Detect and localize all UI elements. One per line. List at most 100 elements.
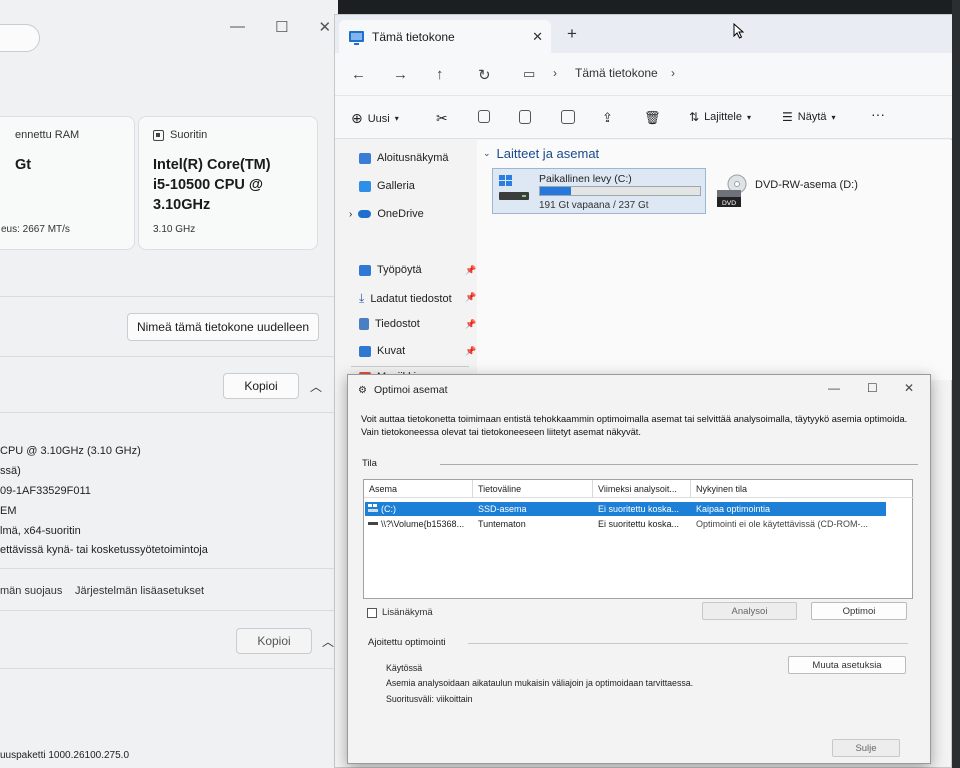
address-bar: ← → ↑ ↻ ▭ › Tämä tietokone › — [335, 53, 953, 95]
column-header[interactable]: Nykyinen tila — [696, 484, 747, 494]
chevron-up-icon[interactable]: ︿ — [310, 378, 322, 395]
optimize-button[interactable]: Optimoi — [811, 602, 907, 620]
settings-title-buttons: — ☐ ✕ — [230, 18, 331, 36]
share-icon[interactable]: ⇪ — [602, 110, 613, 126]
column-header[interactable]: Asema — [369, 484, 397, 494]
mouse-cursor-icon — [733, 23, 745, 39]
dvd-badge: DVD — [722, 199, 736, 207]
sort-label: Lajittele — [704, 111, 742, 123]
divider — [0, 356, 338, 357]
divider — [0, 412, 338, 413]
pin-icon: 📌 — [465, 292, 477, 302]
command-bar: ⊕ Uusi ▾ ✂ ⇪ 🗑 ⇅ Lajittele ▾ ☰ Näytä ▾ ·… — [335, 95, 953, 139]
cut-icon[interactable]: ✂ — [436, 110, 448, 127]
copy-icon[interactable] — [478, 110, 490, 123]
cpu-card-sub: 3.10 GHz — [153, 224, 196, 235]
settings-window: — ☐ ✕ ennettu RAM Gt eus: 2667 MT/s Suor… — [0, 0, 338, 768]
nav-label: Työpöytä — [377, 264, 422, 276]
close-icon[interactable]: ✕ — [318, 18, 331, 36]
analyze-button[interactable]: Analysoi — [702, 602, 797, 620]
pin-icon: 📌 — [465, 265, 477, 275]
new-tab-icon[interactable]: + — [567, 24, 577, 44]
last-analyzed-cell: Ei suoritettu koska... — [598, 504, 680, 514]
chevron-right-icon[interactable]: › — [671, 66, 675, 80]
navigation-pane: Aloitusnäkymä Galleria › OneDrive Työpöy… — [335, 140, 477, 400]
settings-search-input[interactable] — [0, 24, 40, 52]
computer-outline-icon[interactable]: ▭ — [523, 66, 535, 82]
change-settings-button[interactable]: Muuta asetuksia — [788, 656, 906, 674]
more-options-icon[interactable]: ··· — [871, 106, 885, 122]
drive-d-tile[interactable]: DVD DVD-RW-asema (D:) — [715, 174, 858, 210]
drive-icon — [368, 504, 378, 512]
table-row[interactable]: \\?\Volume{b15368... Tuntematon Ei suori… — [365, 517, 886, 531]
optimize-drives-dialog: ⚙ Optimoi asemat — ☐ ✕ Voit auttaa tieto… — [347, 374, 931, 764]
content-area: ⌄ Laitteet ja asemat Paikallinen levy (C… — [477, 140, 953, 380]
drive-c-usage-bar — [539, 186, 701, 196]
column-separator — [472, 480, 473, 498]
spec-value: lmä, x64-suoritin — [0, 525, 81, 537]
column-header[interactable]: Tietoväline — [478, 484, 521, 494]
group-title: Laitteet ja asemat — [496, 146, 600, 161]
nav-label: Kuvat — [377, 345, 406, 357]
cpu-value-line: 3.10GHz — [153, 197, 211, 213]
nav-item-gallery[interactable]: Galleria — [359, 180, 415, 192]
advanced-system-settings-link[interactable]: Järjestelmän lisäasetukset — [75, 585, 204, 597]
nav-label: Aloitusnäkymä — [377, 152, 449, 164]
refresh-icon[interactable]: ↻ — [478, 66, 491, 84]
copy-button[interactable]: Kopioi — [223, 373, 299, 399]
minimize-icon[interactable]: — — [828, 381, 840, 395]
close-tab-icon[interactable]: ✕ — [532, 29, 543, 45]
drives-list[interactable]: Asema Tietoväline Viimeksi analysoit... … — [363, 479, 914, 599]
delete-icon[interactable]: 🗑 — [644, 110, 661, 126]
cpu-card-label: Suoritin — [170, 129, 208, 141]
new-label: Uusi — [367, 112, 390, 125]
nav-item-downloads[interactable]: ⤓ Ladatut tiedostot — [359, 291, 452, 306]
list-header: Asema Tietoväline Viimeksi analysoit... … — [364, 480, 914, 498]
dvd-drive-icon: DVD — [717, 174, 747, 207]
close-icon[interactable]: ✕ — [904, 381, 914, 395]
nav-item-onedrive[interactable]: › OneDrive — [349, 208, 424, 220]
nav-item-documents[interactable]: Tiedostot — [359, 318, 420, 330]
nav-label: Galleria — [377, 180, 415, 192]
dialog-title: Optimoi asemat — [373, 384, 448, 396]
nav-item-desktop[interactable]: Työpöytä — [359, 264, 422, 276]
divider — [468, 643, 908, 644]
chevron-right-icon: › — [553, 66, 557, 80]
maximize-icon[interactable]: ☐ — [275, 18, 288, 36]
chevron-up-icon[interactable]: ︿ — [322, 633, 334, 650]
column-header[interactable]: Viimeksi analysoit... — [598, 484, 677, 494]
sort-button[interactable]: ⇅ Lajittele ▾ — [689, 110, 751, 124]
minimize-icon[interactable]: — — [230, 18, 245, 36]
schedule-description: Asemia analysoidaan aikataulun mukaisin … — [386, 678, 694, 688]
chevron-right-icon[interactable]: › — [349, 209, 352, 220]
forward-arrow-icon[interactable]: → — [393, 66, 408, 83]
drive-c-tile[interactable]: Paikallinen levy (C:) 191 Gt vapaana / 2… — [492, 168, 706, 214]
view-button[interactable]: ☰ Näytä ▾ — [782, 110, 836, 124]
rename-pc-button[interactable]: Nimeä tämä tietokone uudelleen — [127, 313, 319, 341]
cpu-card-value: Intel(R) Core(TM) i5-10500 CPU @ 3.10GHz — [153, 155, 303, 215]
home-icon — [359, 152, 371, 164]
schedule-state: Käytössä — [386, 663, 423, 673]
drive-d-name: DVD-RW-asema (D:) — [755, 179, 858, 191]
breadcrumb[interactable]: Tämä tietokone — [575, 66, 658, 80]
close-button[interactable]: Sulje — [832, 739, 900, 757]
nav-item-pictures[interactable]: Kuvat — [359, 345, 405, 357]
advanced-view-checkbox[interactable]: Lisänäkymä — [367, 607, 433, 618]
last-analyzed-cell: Ei suoritettu koska... — [598, 519, 680, 529]
maximize-icon[interactable]: ☐ — [867, 381, 878, 395]
nav-item-home[interactable]: Aloitusnäkymä — [359, 152, 449, 164]
system-protection-link[interactable]: män suojaus — [0, 585, 62, 597]
rename-icon[interactable] — [561, 110, 575, 124]
back-arrow-icon[interactable]: ← — [351, 66, 366, 83]
divider — [0, 568, 338, 569]
new-button[interactable]: ⊕ Uusi ▾ — [351, 110, 399, 127]
spec-value: ssä) — [0, 465, 21, 477]
paste-icon[interactable] — [519, 110, 531, 124]
checkbox[interactable] — [367, 607, 377, 618]
up-arrow-icon[interactable]: ↑ — [436, 66, 444, 83]
tab-this-pc[interactable]: Tämä tietokone ✕ — [339, 20, 551, 53]
copy-button-2[interactable]: Kopioi — [236, 628, 312, 654]
table-row[interactable]: (C:) SSD-asema Ei suoritettu koska... Ka… — [365, 502, 886, 516]
group-header-devices[interactable]: ⌄ Laitteet ja asemat — [483, 146, 599, 161]
ram-card-sub: eus: 2667 MT/s — [1, 224, 70, 235]
